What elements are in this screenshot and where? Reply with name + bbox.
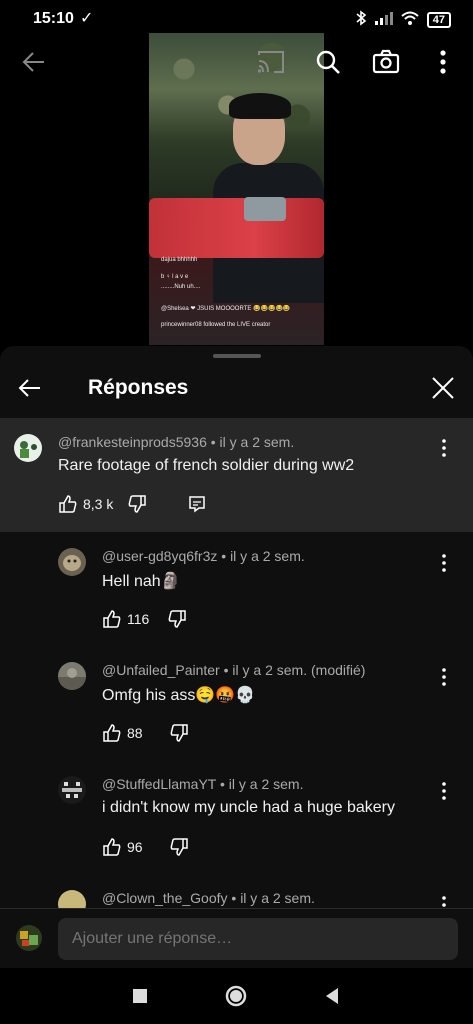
- thumbs-down-icon[interactable]: [169, 837, 189, 857]
- reply-item: @Unfailed_Painter • il y a 2 sem. (modif…: [0, 660, 473, 760]
- sheet-title: Réponses: [88, 376, 189, 399]
- back-button[interactable]: [14, 372, 46, 404]
- reply-item: @user-gd8yq6fr3z • il y a 2 sem. Hell na…: [0, 546, 473, 646]
- comment-age: • il y a 2 sem.: [221, 548, 305, 564]
- thumbs-down-icon[interactable]: [167, 609, 187, 629]
- cast-icon[interactable]: [256, 48, 286, 76]
- system-nav-bar: [0, 968, 473, 1024]
- like-count: 96: [127, 839, 143, 855]
- live-chat-line: b ♀ l a v e: [161, 274, 189, 280]
- thumbs-up-icon[interactable]: [102, 837, 122, 857]
- bluetooth-icon: [355, 10, 367, 29]
- comment-age: • il y a 2 sem.: [231, 890, 315, 906]
- live-chat-line: princewinner08 followed the LIVE creator: [161, 322, 271, 328]
- recents-button[interactable]: [128, 984, 152, 1008]
- signal-icon: [374, 11, 393, 28]
- comment-author[interactable]: @StuffedLlamaYT: [102, 776, 216, 792]
- avatar[interactable]: [58, 662, 86, 690]
- back-nav-button[interactable]: [320, 984, 344, 1008]
- live-chat-line: dajua bhhhhh: [161, 257, 198, 263]
- thumbs-up-icon[interactable]: [102, 723, 122, 743]
- video-player[interactable]: dajua bhhhhh b ♀ l a v e ........Nuh uh.…: [149, 33, 324, 345]
- comment-menu-icon[interactable]: [434, 551, 454, 575]
- reply-item: @StuffedLlamaYT • il y a 2 sem. i didn't…: [0, 774, 473, 874]
- battery-icon: 47: [426, 11, 451, 28]
- reply-bar: [0, 908, 473, 968]
- status-check-icon: ✓: [80, 10, 94, 27]
- comment-menu-icon[interactable]: [434, 436, 454, 460]
- comment-age: • il y a 2 sem.: [210, 434, 295, 450]
- home-button[interactable]: [224, 984, 248, 1008]
- comment-menu-icon[interactable]: [434, 665, 454, 689]
- comment-text: Rare footage of french soldier during ww…: [58, 457, 355, 474]
- thumbs-down-icon[interactable]: [127, 494, 147, 514]
- comment-author[interactable]: @Unfailed_Painter: [102, 662, 220, 678]
- status-icons: 47: [355, 10, 451, 29]
- comment-text: Omfg his ass🤤🤬💀: [102, 687, 256, 704]
- back-arrow-icon[interactable]: [20, 48, 48, 76]
- thumbs-up-icon[interactable]: [58, 494, 78, 514]
- avatar[interactable]: [58, 890, 86, 908]
- live-chat-line: ........Nuh uh....: [161, 284, 201, 290]
- reply-input[interactable]: [58, 918, 458, 960]
- like-count: 88: [127, 725, 143, 741]
- camera-icon[interactable]: [372, 48, 400, 76]
- comment-age: • il y a 2 sem.: [219, 776, 304, 792]
- comment-age: • il y a 2 sem. (modifié): [223, 662, 366, 678]
- drag-handle[interactable]: [213, 354, 261, 358]
- more-vert-icon[interactable]: [430, 48, 456, 76]
- status-time: 15:10: [33, 10, 74, 27]
- wifi-icon: [401, 11, 419, 28]
- comment-author[interactable]: @frankesteinprods5936: [58, 434, 207, 450]
- live-chat-line: @Shelsea ❤ JSUIS MOOOORTE 😂😂😂😂😂: [161, 306, 291, 312]
- comment-text: Hell nah🗿: [102, 573, 181, 590]
- like-count: 116: [127, 611, 150, 627]
- thumbs-up-icon[interactable]: [102, 609, 122, 629]
- reply-item: @Clown_the_Goofy • il y a 2 sem.: [0, 888, 473, 908]
- reply-icon[interactable]: [187, 494, 207, 514]
- sheet-header: Réponses: [0, 364, 473, 416]
- comment-author[interactable]: @user-gd8yq6fr3z: [102, 548, 217, 564]
- like-count: 8,3 k: [83, 496, 114, 512]
- user-avatar[interactable]: [16, 925, 42, 951]
- comment-menu-icon[interactable]: [434, 893, 454, 908]
- thumbs-down-icon[interactable]: [169, 723, 189, 743]
- search-icon[interactable]: [314, 48, 342, 76]
- comment-text: i didn't know my uncle had a huge bakery: [102, 799, 396, 816]
- comment-menu-icon[interactable]: [434, 779, 454, 803]
- avatar[interactable]: [58, 548, 86, 576]
- avatar[interactable]: [58, 776, 86, 804]
- close-button[interactable]: [427, 372, 459, 404]
- avatar[interactable]: [14, 434, 42, 462]
- parent-comment: @frankesteinprods5936 • il y a 2 sem. Ra…: [0, 418, 473, 532]
- comment-author[interactable]: @Clown_the_Goofy: [102, 890, 228, 906]
